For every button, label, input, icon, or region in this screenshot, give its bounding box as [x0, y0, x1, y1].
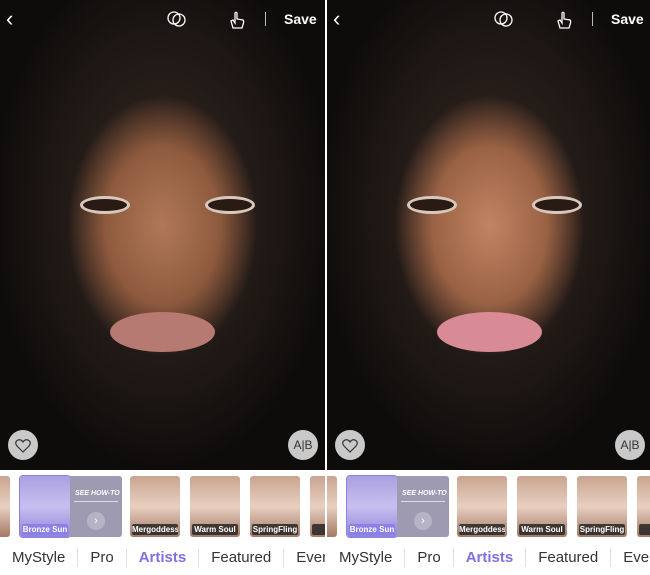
tab-every[interactable]: Every: [284, 549, 325, 567]
look-label: Warm Soul: [192, 524, 238, 535]
tab-featured[interactable]: Featured: [199, 548, 285, 567]
look-label: M: [312, 524, 325, 535]
look-label: Mergoddess: [132, 524, 178, 535]
look-thumbnail[interactable]: Warm Soul: [517, 476, 567, 537]
right-eye: [532, 196, 582, 214]
tab-every[interactable]: Every: [611, 549, 650, 567]
lips: [437, 312, 542, 352]
left-eye: [407, 196, 457, 214]
look-thumbnail[interactable]: M: [310, 476, 325, 537]
divider: [401, 501, 445, 502]
chevron-right-icon: ›: [414, 512, 432, 530]
face-photo: [0, 0, 325, 470]
divider: [74, 501, 118, 502]
after-panel: ‹ Save A|B Bronze Sun Mergoddess Warm Soul…: [327, 0, 650, 575]
look-thumbnail[interactable]: Mergoddess: [457, 476, 507, 537]
heart-icon[interactable]: [335, 430, 365, 460]
look-thumbnail[interactable]: Bronze Sun: [346, 475, 398, 538]
see-how-to-button[interactable]: SEE HOW-TO ›: [397, 476, 449, 537]
category-tabs: MyStyleProArtistsFeaturedEvery: [327, 540, 650, 575]
looks-carousel[interactable]: Bronze Sun Mergoddess Warm Soul SpringFling…: [327, 472, 650, 540]
save-button[interactable]: Save: [611, 11, 644, 27]
tab-artists[interactable]: Artists: [454, 548, 527, 567]
looks-carousel[interactable]: Bronze Sun Mergoddess Warm Soul SpringFling…: [0, 472, 325, 540]
see-how-to-button[interactable]: SEE HOW-TO ›: [70, 476, 122, 537]
divider: [592, 12, 593, 26]
look-thumbnail[interactable]: SpringFling: [250, 476, 300, 537]
before-panel: ‹ Save A|B Bronze Sun Mergoddess Warm Soul…: [0, 0, 325, 575]
tab-mystyle[interactable]: MyStyle: [0, 548, 79, 567]
face-photo: [327, 0, 650, 470]
category-tabs: MyStyleProArtistsFeaturedEvery: [0, 540, 325, 575]
divider: [265, 12, 266, 26]
look-label: SpringFling: [252, 524, 298, 535]
look-thumbnail[interactable]: Mergoddess: [130, 476, 180, 537]
tab-pro[interactable]: Pro: [405, 548, 454, 567]
look-label: SpringFling: [579, 524, 625, 535]
back-icon[interactable]: ‹: [333, 6, 340, 32]
look-thumbnail[interactable]: SpringFling: [577, 476, 627, 537]
ab-compare-button[interactable]: A|B: [288, 430, 318, 460]
overlap-circles-icon[interactable]: [166, 8, 188, 30]
look-thumbnail[interactable]: Bronze Sun: [19, 475, 71, 538]
top-bar: ‹ Save: [327, 0, 650, 38]
overlap-circles-icon[interactable]: [493, 8, 515, 30]
save-button[interactable]: Save: [284, 11, 317, 27]
hand-pointer-icon[interactable]: [226, 8, 248, 30]
right-eye: [205, 196, 255, 214]
see-how-to-label: SEE HOW-TO: [402, 490, 447, 497]
look-label: Mergoddess: [459, 524, 505, 535]
tab-artists[interactable]: Artists: [127, 548, 200, 567]
top-bar: ‹ Save: [0, 0, 325, 38]
chevron-right-icon: ›: [87, 512, 105, 530]
look-label: Warm Soul: [519, 524, 565, 535]
see-how-to-label: SEE HOW-TO: [75, 490, 120, 497]
back-icon[interactable]: ‹: [6, 6, 13, 32]
lips: [110, 312, 215, 352]
left-eye: [80, 196, 130, 214]
hand-pointer-icon[interactable]: [553, 8, 575, 30]
look-label: M: [639, 524, 650, 535]
tab-mystyle[interactable]: MyStyle: [327, 548, 406, 567]
look-label: Bronze Sun: [22, 524, 68, 535]
look-thumbnail[interactable]: [327, 476, 337, 537]
look-thumbnail[interactable]: Warm Soul: [190, 476, 240, 537]
look-label: Bronze Sun: [349, 524, 395, 535]
tab-featured[interactable]: Featured: [526, 548, 612, 567]
tab-pro[interactable]: Pro: [78, 548, 127, 567]
heart-icon[interactable]: [8, 430, 38, 460]
ab-compare-button[interactable]: A|B: [615, 430, 645, 460]
panel-separator: [325, 0, 327, 575]
look-thumbnail[interactable]: [0, 476, 10, 537]
look-thumbnail[interactable]: M: [637, 476, 650, 537]
